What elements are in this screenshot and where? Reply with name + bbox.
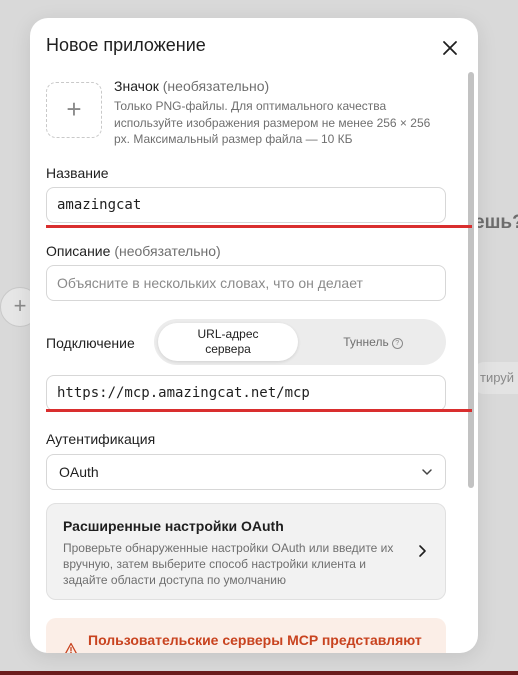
background-bottom-bar [0,671,518,675]
name-field-highlight [46,225,472,228]
server-url-option[interactable]: URL-адрес сервера [158,323,298,361]
new-app-dialog: Новое приложение + Значок (необязательно… [30,18,478,653]
custom-mcp-warning: Пользовательские серверы MCP представляю… [46,618,446,653]
tunnel-option-label: Туннель [343,335,389,349]
dialog-title: Новое приложение [46,35,206,55]
oauth-card-description: Проверьте обнаруженные настройки OAuth и… [63,541,394,587]
auth-label: Аутентификация [46,431,156,447]
chevron-down-icon [422,469,432,475]
connection-label: Подключение [46,335,135,351]
scrollbar[interactable] [467,72,475,648]
close-icon[interactable] [440,38,460,58]
tunnel-option[interactable]: Туннель? [304,323,442,361]
info-icon: ? [391,338,403,349]
auth-select-value: OAuth [59,464,99,480]
icon-field-description: Только PNG-файлы. Для оптимального качес… [114,99,431,146]
icon-field-label: Значок (необязательно) [114,78,269,94]
warning-icon [65,642,77,653]
server-url-option-line1: URL-адрес [197,327,259,341]
name-input[interactable]: amazingcat [46,187,446,223]
warning-text: Пользовательские серверы MCP представляю… [88,632,422,648]
url-field-highlight [46,409,472,412]
oauth-card-title: Расширенные настройки OAuth [63,518,284,534]
description-field-label: Описание (необязательно) [46,243,221,259]
server-url-option-line2: сервера [205,342,251,356]
name-field-label: Название [46,165,109,181]
plus-icon: + [66,94,82,124]
background-chip: тируй [474,362,518,394]
description-input[interactable]: Объясните в нескольких словах, что он де… [46,265,446,301]
icon-upload-button[interactable]: + [46,82,102,138]
description-label-text: Описание [46,243,111,259]
background-heading-fragment: ешь? [474,212,518,233]
server-url-input[interactable]: https://mcp.amazingcat.net/mcp [46,375,446,411]
icon-optional-text: (необязательно) [162,78,270,94]
auth-select[interactable]: OAuth [46,454,446,490]
scrollbar-thumb[interactable] [468,72,474,488]
connection-type-toggle: URL-адрес сервера Туннель? [154,319,446,365]
advanced-oauth-settings-card[interactable]: Расширенные настройки OAuth Проверьте об… [46,503,446,600]
icon-label-text: Значок [114,78,159,94]
description-optional-text: (необязательно) [114,243,221,259]
chevron-right-icon [419,545,426,557]
